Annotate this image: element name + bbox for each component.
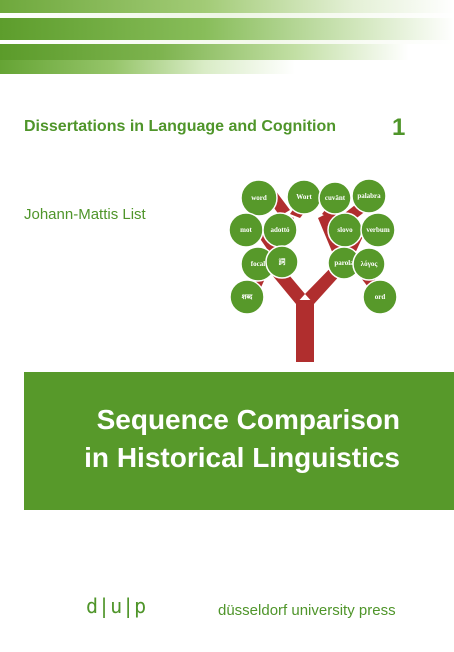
book-title-line-2: in Historical Linguistics [84,442,400,473]
leaf-label-mot: mot [240,226,252,234]
leaf-label-word: word [251,194,267,202]
leaf-label-palabra: palabra [357,192,381,200]
title-block: Sequence Comparison in Historical Lingui… [24,372,454,510]
leaf-label-parola: parola [334,259,354,267]
leaf-label-adotto: adottó [270,226,290,234]
word-tree-illustration: word Wort cuvânt palabra mot adottó slov… [228,178,398,362]
leaf-label-wort: Wort [296,193,312,201]
book-title-line-1: Sequence Comparison [96,404,400,435]
leaf-label-devanagari: शब्द [242,293,253,301]
leaf-label-verbum: verbum [366,226,390,234]
leaf-label-cuvant: cuvânt [325,194,346,202]
leaf-label-logos: λόγος [361,260,379,268]
publisher-logo: d|u|p [86,594,147,618]
leaf-label-ord: ord [375,293,386,301]
trunk [296,300,314,362]
publisher-name: düsseldorf university press [218,602,396,619]
leaf-label-focal: focal [251,260,265,268]
leaf-label-ci: 詞 [279,257,286,266]
leaf-label-slovo: slovo [337,226,353,234]
